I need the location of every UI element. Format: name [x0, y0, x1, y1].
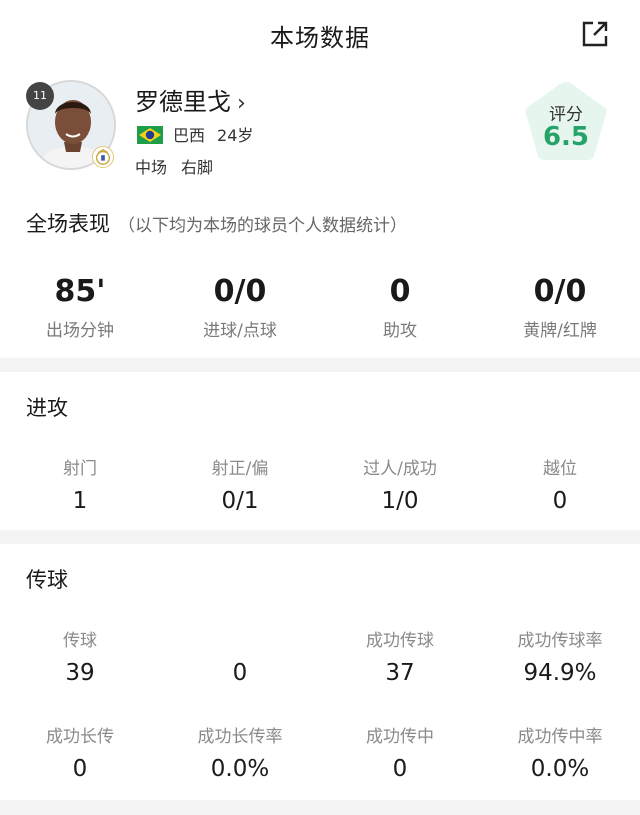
stat-value: 0 [72, 756, 88, 782]
rating-badge: 评分 6.5 [520, 78, 612, 168]
stat-value: 0.0% [530, 756, 590, 782]
chevron-right-icon: › [237, 91, 246, 116]
stat-label: 进球/点球 [203, 321, 277, 341]
stat-cards: 0/0 黄牌/红牌 [480, 274, 640, 341]
stat-label: 过人/成功 [363, 459, 437, 479]
section-title: 传球 [26, 568, 68, 592]
position: 中场 [135, 158, 168, 177]
stat-unlabeled: 0 [160, 626, 320, 686]
stat-value: 0 [552, 488, 568, 514]
stat-label: 黄牌/红牌 [523, 321, 597, 341]
stat-value: 37 [385, 660, 415, 686]
attack-section: 进攻 射门 1 射正/偏 0/1 过人/成功 1/0 越位 0 [0, 372, 640, 530]
stat-offsides: 越位 0 [480, 454, 640, 514]
overall-section: 全场表现 （以下均为本场的球员个人数据统计） 85' 出场分钟 0/0 进球/点球… [0, 198, 640, 358]
stat-successful-crosses: 成功传中 0 [320, 722, 480, 782]
stat-label [160, 626, 320, 650]
brazil-flag-icon [137, 126, 163, 144]
page-title: 本场数据 [270, 24, 370, 52]
stat-shots: 射门 1 [0, 454, 160, 514]
player-info-card[interactable]: 11 罗德里戈 › 巴西 24岁 中场 右脚 评分 6.5 [0, 70, 640, 198]
share-icon[interactable] [580, 19, 610, 49]
stat-on-off-target: 射正/偏 0/1 [160, 454, 320, 514]
stat-minutes: 85' 出场分钟 [0, 274, 160, 341]
stat-label: 射正/偏 [211, 459, 269, 479]
stat-label: 传球 [63, 631, 97, 651]
passing-section: 传球 传球 39 0 成功传球 37 成功传球率 94.9% 成功长传 0 成功… [0, 544, 640, 800]
stat-label: 射门 [63, 459, 97, 479]
section-note: （以下均为本场的球员个人数据统计） [118, 216, 407, 236]
stat-value: 85' [54, 274, 106, 309]
stat-value: 0 [392, 756, 408, 782]
club-crest-icon [92, 146, 114, 168]
stat-label: 出场分钟 [46, 321, 114, 341]
age: 24岁 [217, 126, 254, 145]
stat-goals-penalties: 0/0 进球/点球 [160, 274, 320, 341]
overall-header: 全场表现 （以下均为本场的球员个人数据统计） [26, 208, 407, 238]
player-name: 罗德里戈 [135, 88, 231, 116]
stat-label: 越位 [543, 459, 577, 479]
section-title: 全场表现 [26, 212, 110, 236]
stat-value: 0/0 [213, 274, 267, 309]
stat-cross-accuracy: 成功传中率 0.0% [480, 722, 640, 782]
stat-value: 0.0% [210, 756, 270, 782]
stat-value: 0/1 [221, 488, 259, 514]
stat-label: 成功传中率 [517, 727, 603, 747]
stat-long-ball-accuracy: 成功长传率 0.0% [160, 722, 320, 782]
stat-value: 0 [232, 660, 248, 686]
stat-label: 成功传球 [366, 631, 434, 651]
stat-value: 1/0 [381, 488, 419, 514]
stat-value: 0/0 [533, 274, 587, 309]
stat-value: 94.9% [523, 660, 597, 686]
nationality: 巴西 [173, 126, 206, 145]
stat-pass-accuracy: 成功传球率 94.9% [480, 626, 640, 686]
player-name-link[interactable]: 罗德里戈 › [135, 82, 246, 117]
top-bar: 本场数据 [0, 0, 640, 70]
preferred-foot: 右脚 [181, 158, 214, 177]
stat-value: 0 [389, 274, 411, 309]
shirt-number-badge: 11 [26, 82, 54, 110]
position-foot: 中场 右脚 [135, 154, 213, 178]
stat-passes: 传球 39 [0, 626, 160, 686]
stat-label: 成功传中 [366, 727, 434, 747]
stat-label: 助攻 [383, 321, 417, 341]
stat-value: 1 [72, 488, 88, 514]
stat-label: 成功长传 [46, 727, 114, 747]
rating-value: 6.5 [542, 122, 590, 152]
stat-dribbles: 过人/成功 1/0 [320, 454, 480, 514]
stat-successful-long-balls: 成功长传 0 [0, 722, 160, 782]
stat-value: 39 [65, 660, 95, 686]
stat-label: 成功传球率 [517, 631, 603, 651]
nationality-age: 巴西 24岁 [173, 122, 253, 146]
section-title: 进攻 [26, 396, 68, 420]
stat-assists: 0 助攻 [320, 274, 480, 341]
stat-label: 成功长传率 [197, 727, 283, 747]
stat-successful-passes: 成功传球 37 [320, 626, 480, 686]
